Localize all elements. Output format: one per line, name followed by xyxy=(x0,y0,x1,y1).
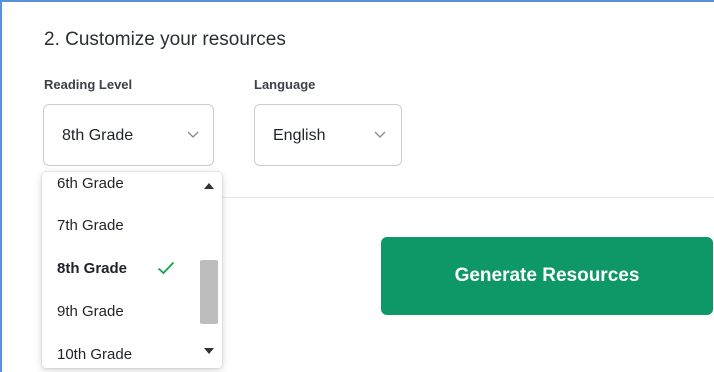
dropdown-option-9th-grade[interactable]: 9th Grade xyxy=(57,303,124,320)
dropdown-option-7th-grade[interactable]: 7th Grade xyxy=(57,217,124,234)
dropdown-scrollbar[interactable] xyxy=(198,172,220,368)
language-select[interactable]: English xyxy=(254,104,402,166)
chevron-down-icon xyxy=(187,131,199,138)
reading-level-value: 8th Grade xyxy=(62,127,134,144)
reading-level-label: Reading Level xyxy=(44,77,133,92)
scroll-thumb[interactable] xyxy=(200,260,218,324)
section-title: 2. Customize your resources xyxy=(44,29,286,50)
section-divider xyxy=(214,197,714,198)
dropdown-option-10th-grade[interactable]: 10th Grade xyxy=(57,346,132,363)
language-value: English xyxy=(273,127,326,144)
check-icon xyxy=(157,261,175,275)
scroll-down-arrow-icon[interactable] xyxy=(203,347,215,355)
reading-level-select[interactable]: 8th Grade xyxy=(43,104,214,166)
scroll-up-arrow-icon[interactable] xyxy=(203,182,215,190)
dropdown-option-6th-grade[interactable]: 6th Grade xyxy=(57,175,124,192)
reading-level-dropdown: 6th Grade 7th Grade 8th Grade 9th Grade … xyxy=(42,172,222,368)
dropdown-option-8th-grade[interactable]: 8th Grade xyxy=(57,260,127,277)
language-label: Language xyxy=(254,77,316,92)
generate-resources-button[interactable]: Generate Resources xyxy=(381,237,713,315)
chevron-down-icon xyxy=(374,131,386,138)
